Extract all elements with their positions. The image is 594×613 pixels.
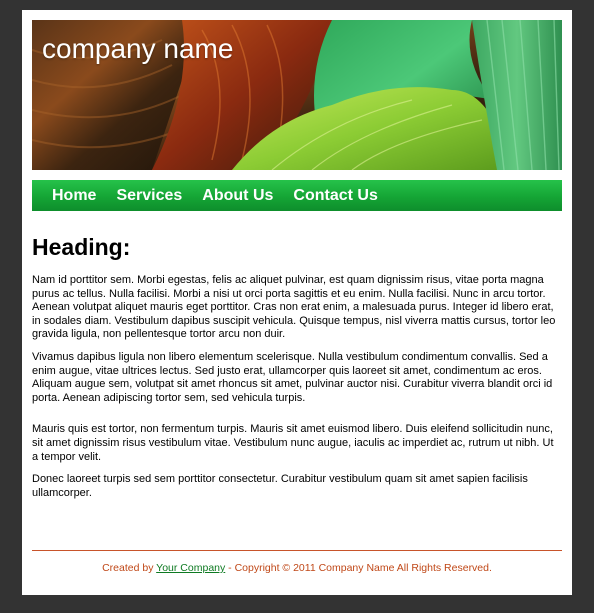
content-paragraph: Nam id porttitor sem. Morbi egestas, fel…	[32, 274, 556, 341]
content-paragraph: Mauris quis est tortor, non fermentum tu…	[32, 423, 554, 463]
footer-divider	[32, 550, 562, 551]
footer-company-link[interactable]: Your Company	[156, 562, 225, 574]
nav-item-about-us[interactable]: About Us	[192, 180, 283, 211]
content-paragraph: Vivamus dapibus ligula non libero elemen…	[32, 350, 553, 404]
nav-item-services[interactable]: Services	[106, 180, 192, 211]
nav-item-home[interactable]: Home	[42, 180, 106, 211]
footer-prefix: Created by	[102, 562, 157, 574]
content-heading: Heading:	[32, 234, 131, 260]
site-title: company name	[42, 33, 234, 64]
nav-item-contact-us[interactable]: Contact Us	[283, 180, 387, 211]
header-banner: company name	[32, 20, 562, 170]
main-navigation: Home Services About Us Contact Us	[32, 180, 562, 211]
main-content: Heading: Nam id porttitor sem. Morbi ege…	[32, 230, 562, 509]
footer: Created by Your Company - Copyright © 20…	[32, 562, 562, 574]
footer-copyright: - Copyright © 2011 Company Name All Righ…	[225, 562, 492, 574]
nav-list: Home Services About Us Contact Us	[32, 180, 562, 211]
content-paragraph: Donec laoreet turpis sed sem porttitor c…	[32, 473, 528, 499]
page-container: company name Home Services About Us Cont…	[22, 10, 572, 595]
